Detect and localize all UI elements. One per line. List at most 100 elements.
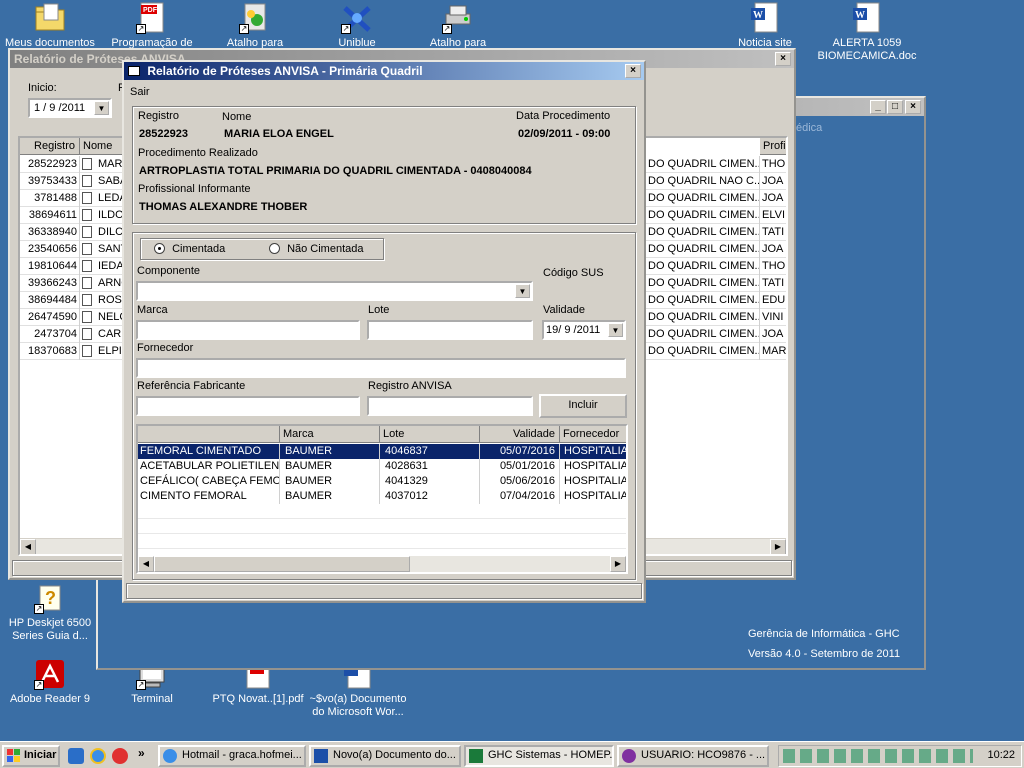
close-button[interactable]: × <box>775 52 791 66</box>
radio-cimentada[interactable]: Cimentada <box>154 243 225 255</box>
col-header-validade[interactable]: Validade <box>480 426 560 443</box>
cell-fornecedor: HOSPITALIA <box>560 489 626 504</box>
validade-date-picker[interactable]: 19/ 9 /2011 ▼ <box>542 320 626 340</box>
internet-explorer-icon[interactable] <box>90 748 106 764</box>
scroll-thumb[interactable] <box>154 556 410 572</box>
svg-text:W: W <box>753 10 763 21</box>
registro-anvisa-input[interactable] <box>367 396 533 416</box>
grid-horizontal-scrollbar[interactable]: ◀ ▶ <box>138 556 626 572</box>
cell-registro: 18370683 <box>20 343 80 360</box>
cell-profissional: THO <box>760 156 786 173</box>
radio-nao-cimentada[interactable]: Não Cimentada <box>269 243 364 255</box>
col-header-marca[interactable]: Marca <box>280 426 380 443</box>
cell-fornecedor: HOSPITALIA <box>560 474 626 489</box>
referencia-input[interactable] <box>136 396 360 416</box>
document-edit-icon <box>82 243 92 255</box>
dialog-titlebar[interactable]: Relatório de Próteses ANVISA - Primária … <box>124 62 644 80</box>
minimize-button[interactable]: _ <box>870 100 886 114</box>
desktop-icon-alerta[interactable]: W ALERTA 1059 BIOMECAMICA.doc <box>812 2 922 63</box>
scroll-right-arrow-icon[interactable]: ▶ <box>610 556 626 572</box>
procedimento-value: ARTROPLASTIA TOTAL PRIMARIA DO QUADRIL C… <box>139 165 532 177</box>
cell-procedimento: DO QUADRIL CIMEN... <box>646 241 760 258</box>
componente-select[interactable]: ▼ <box>136 281 533 301</box>
maximize-button[interactable]: □ <box>887 100 903 114</box>
protese-dialog[interactable]: Relatório de Próteses ANVISA - Primária … <box>122 60 646 603</box>
cell-profissional: TATI <box>760 224 786 241</box>
svg-text:PDF: PDF <box>143 7 158 14</box>
taskbar-item-usuario[interactable]: USUARIO: HCO9876 - ... <box>617 745 769 767</box>
document-edit-icon <box>82 175 92 187</box>
taskbar-item-hotmail[interactable]: Hotmail - graca.hofmei... <box>158 745 306 767</box>
marca-input[interactable] <box>136 320 360 340</box>
desktop-icon-noticia-site[interactable]: W Noticia site <box>720 2 810 50</box>
ghc-icon <box>469 749 483 763</box>
start-button[interactable]: Iniciar <box>2 745 60 767</box>
cell-procedimento: DO QUADRIL NAO C... <box>646 173 760 190</box>
document-edit-icon <box>82 209 92 221</box>
fornecedor-input[interactable] <box>136 358 626 378</box>
scroll-right-arrow-icon[interactable]: ▶ <box>770 539 786 554</box>
cell-marca: BAUMER <box>280 459 380 474</box>
dropdown-arrow-icon[interactable]: ▼ <box>94 101 109 115</box>
desktop-icon-atalho-1[interactable]: ↗ Atalho para <box>210 2 300 50</box>
more-chevron-icon[interactable]: » <box>138 746 145 760</box>
cell-componente: CIMENTO FEMORAL <box>138 489 280 504</box>
taskbar-item-word[interactable]: Novo(a) Documento do... <box>309 745 461 767</box>
profissional-label: Profissional Informante <box>138 183 251 195</box>
desktop-icon-hp-deskjet[interactable]: ? ↗ HP Deskjet 6500 Series Guia d... <box>5 582 95 643</box>
desktop-icon-label: HP Deskjet 6500 Series Guia d... <box>8 617 92 642</box>
radio-checked-icon <box>154 243 165 254</box>
validade-value: 19/ 9 /2011 <box>546 324 601 336</box>
dropdown-arrow-icon[interactable]: ▼ <box>515 284 530 298</box>
scroll-left-arrow-icon[interactable]: ◀ <box>20 539 36 554</box>
desktop-icon-adobe-reader[interactable]: ↗ Adobe Reader 9 <box>5 658 95 706</box>
start-date-value: 1 / 9 /2011 <box>34 102 86 114</box>
desktop-icon-meus-documentos[interactable]: Meus documentos <box>5 2 95 50</box>
components-grid[interactable]: Marca Lote Validade Fornecedor FEMORAL C… <box>136 424 628 574</box>
cell-procedimento: DO QUADRIL CIMEN... <box>646 224 760 241</box>
cell-validade: 07/04/2016 <box>480 489 560 504</box>
media-player-icon[interactable] <box>112 748 128 764</box>
desktop-icon-uniblue[interactable]: ↗ Uniblue <box>312 2 402 50</box>
col-header-profi[interactable]: Profi <box>760 138 786 155</box>
cell-registro: 23540656 <box>20 241 80 258</box>
window-icon <box>128 66 140 76</box>
desktop-icon-programacao[interactable]: PDF ↗ Programação de <box>107 2 197 50</box>
cell-registro: 19810644 <box>20 258 80 275</box>
close-button[interactable]: × <box>625 64 641 78</box>
referencia-label: Referência Fabricante <box>137 380 246 392</box>
tray-icons[interactable] <box>783 749 973 763</box>
desktop-icon-atalho-2[interactable]: ↗ Atalho para <box>413 2 503 50</box>
menu-sair[interactable]: Sair <box>130 86 150 98</box>
start-date-picker[interactable]: 1 / 9 /2011 ▼ <box>28 98 112 118</box>
cell-registro: 38694611 <box>20 207 80 224</box>
lote-input[interactable] <box>367 320 533 340</box>
table-row[interactable]: CIMENTO FEMORAL BAUMER 4037012 07/04/2016 HO… <box>138 489 626 504</box>
cell-profissional: VINI <box>760 309 786 326</box>
taskbar: Iniciar » Hotmail - graca.hofmei... Novo… <box>0 741 1024 768</box>
col-header-fornecedor[interactable]: Fornecedor <box>560 426 626 443</box>
registro-label: Registro <box>138 110 179 122</box>
close-button[interactable]: × <box>905 100 921 114</box>
table-row[interactable]: ACETABULAR POLIETILEN... BAUMER 4028631 05/… <box>138 459 626 474</box>
table-row[interactable]: FEMORAL CIMENTADO BAUMER 4046837 05/07/2016… <box>138 443 626 460</box>
document-edit-icon <box>82 328 92 340</box>
col-header-lote[interactable]: Lote <box>380 426 480 443</box>
registro-anvisa-label: Registro ANVISA <box>368 380 452 392</box>
incluir-button[interactable]: Incluir <box>539 394 627 418</box>
table-row[interactable]: CEFÁLICO( CABEÇA FEMO... BAUMER 4041329 05/… <box>138 474 626 489</box>
dropdown-arrow-icon[interactable]: ▼ <box>608 323 623 337</box>
procedimento-label: Procedimento Realizado <box>138 147 258 159</box>
clock[interactable]: 10:22 <box>987 749 1015 761</box>
scroll-left-arrow-icon[interactable]: ◀ <box>138 556 154 572</box>
col-header-componente[interactable] <box>138 426 280 443</box>
desktop-quicklaunch-icon[interactable] <box>68 748 84 764</box>
taskbar-item-ghc[interactable]: GHC Sistemas - HOMEP... <box>464 745 614 767</box>
cell-profissional: JOA <box>760 190 786 207</box>
help-file-icon: ? ↗ <box>34 582 66 614</box>
cell-procedimento: DO QUADRIL CIMEN... <box>646 275 760 292</box>
col-header-registro[interactable]: Registro <box>20 138 80 155</box>
adobe-reader-icon: ↗ <box>34 658 66 690</box>
browser-icon <box>163 749 177 763</box>
document-edit-icon <box>82 345 92 357</box>
